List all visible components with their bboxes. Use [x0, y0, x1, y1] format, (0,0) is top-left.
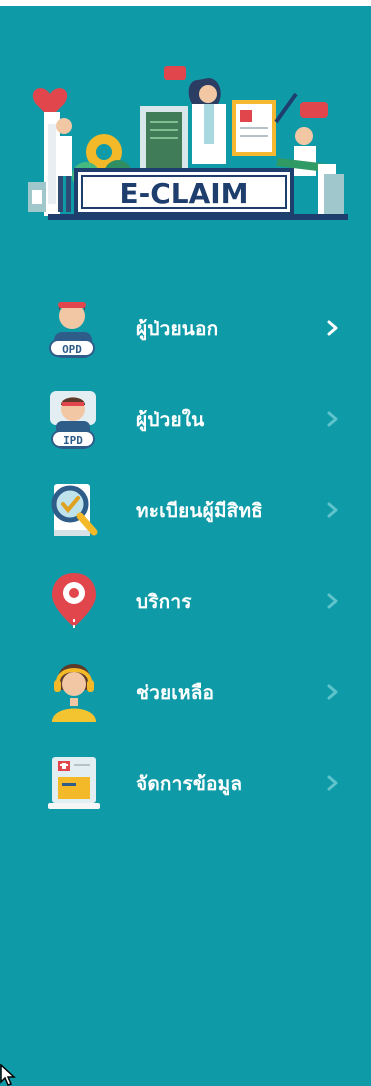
sidebar-item-data-management[interactable]: จัดการข้อมูล: [0, 739, 371, 830]
sidebar-item-label: จัดการข้อมูล: [136, 773, 243, 795]
registry-search-icon: [44, 478, 104, 542]
ipd-badge: IPD: [63, 434, 83, 447]
sidebar-item-support[interactable]: ช่วยเหลือ: [0, 648, 371, 739]
sidebar-menu: OPD ผู้ป่วยนอก IPD ผู้ป่วยใน ทะเบียนผู้ม…: [0, 284, 371, 830]
eclaim-logo-text: E-CLAIM: [119, 177, 248, 210]
sidebar-item-service[interactable]: บริการ: [0, 557, 371, 648]
sidebar-item-label: ผู้ป่วยนอก: [136, 318, 219, 340]
eclaim-banner: E-CLAIM: [28, 64, 348, 224]
ipd-patient-icon: IPD: [44, 387, 104, 451]
sidebar-item-opd[interactable]: OPD ผู้ป่วยนอก: [0, 284, 371, 375]
mouse-cursor-icon: [0, 1064, 16, 1086]
sidebar-item-registry[interactable]: ทะเบียนผู้มีสิทธิ: [0, 466, 371, 557]
location-pin-icon: [44, 569, 104, 633]
sidebar-item-ipd[interactable]: IPD ผู้ป่วยใน: [0, 375, 371, 466]
data-management-icon: [44, 751, 104, 815]
eclaim-illustration: E-CLAIM: [28, 66, 348, 220]
chevron-right-icon: [327, 775, 338, 791]
chevron-right-icon: [327, 411, 338, 427]
chevron-right-icon: [327, 502, 338, 518]
opd-patient-icon: OPD: [44, 296, 104, 360]
opd-badge: OPD: [62, 343, 82, 356]
sidebar: E-CLAIM OPD ผู้ป่วยนอก IPD ผู้ป่วยใน ทะเ…: [0, 6, 371, 1086]
support-agent-icon: [44, 660, 104, 724]
sidebar-item-label: ช่วยเหลือ: [136, 682, 215, 704]
chevron-right-icon: [327, 684, 338, 700]
chevron-right-icon: [327, 593, 338, 609]
chevron-right-icon: [327, 320, 338, 336]
sidebar-item-label: บริการ: [136, 591, 192, 613]
sidebar-item-label: ทะเบียนผู้มีสิทธิ: [136, 500, 263, 522]
sidebar-item-label: ผู้ป่วยใน: [136, 409, 205, 431]
